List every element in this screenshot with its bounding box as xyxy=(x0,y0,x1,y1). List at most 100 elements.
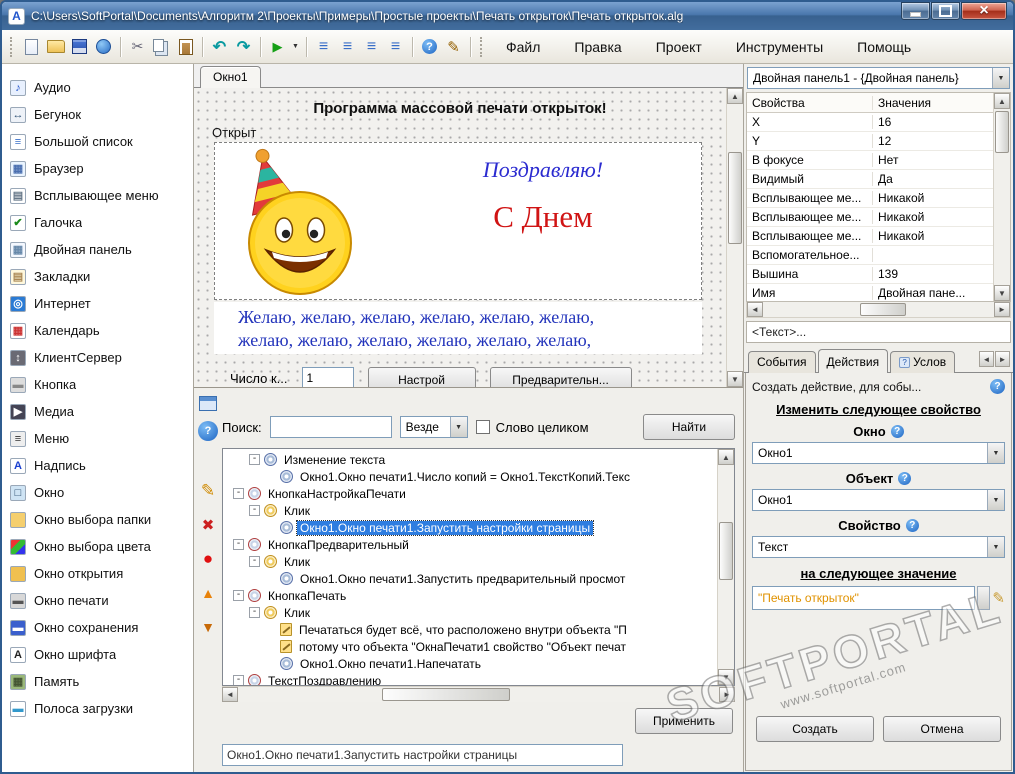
toolbar-grip[interactable] xyxy=(10,36,15,57)
help-icon[interactable] xyxy=(898,472,912,485)
cancel-button[interactable]: Отмена xyxy=(883,716,1001,742)
cut-icon[interactable] xyxy=(126,35,149,58)
tree-item[interactable]: - Клик xyxy=(223,553,717,570)
object-selector-combo[interactable]: Двойная панель1 - {Двойная панель} xyxy=(747,67,1010,89)
scroll-thumb[interactable] xyxy=(995,111,1009,153)
copy-icon[interactable] xyxy=(150,35,173,58)
help-icon[interactable] xyxy=(418,35,441,58)
minimize-button[interactable] xyxy=(901,2,930,20)
tree-item[interactable]: Окно1.Окно печати1.Запустить предварител… xyxy=(223,570,717,587)
palette-item[interactable]: □ Окно xyxy=(2,479,193,506)
tab-okno1[interactable]: Окно1 xyxy=(200,66,261,88)
tree-item[interactable]: - Клик xyxy=(223,502,717,519)
maximize-button[interactable] xyxy=(931,2,960,20)
tree-expander[interactable]: - xyxy=(249,454,260,465)
help-icon[interactable] xyxy=(905,519,919,532)
palette-item[interactable]: ▦ Двойная панель xyxy=(2,236,193,263)
list-blue-1-icon[interactable] xyxy=(312,35,335,58)
postcard-panel[interactable]: Поздравляю! С Днем xyxy=(214,142,702,300)
new-value-input[interactable] xyxy=(752,586,976,610)
tree-expander[interactable]: - xyxy=(233,539,244,550)
palette-item[interactable]: ≡ Большой список xyxy=(2,128,193,155)
chevron-down-icon[interactable] xyxy=(449,417,467,437)
palette-item[interactable]: ▦ Календарь xyxy=(2,317,193,344)
palette-item[interactable]: ▦ Браузер xyxy=(2,155,193,182)
chevron-down-icon[interactable] xyxy=(987,537,1004,557)
scroll-thumb[interactable] xyxy=(719,522,733,581)
property-text-editor[interactable]: <Текст>... xyxy=(746,321,1011,343)
grid-vertical-scrollbar[interactable]: ▲ ▼ xyxy=(993,93,1010,301)
apply-button[interactable]: Применить xyxy=(635,708,733,734)
palette-item[interactable]: Окно выбора папки xyxy=(2,506,193,533)
panel-icon[interactable] xyxy=(199,396,217,411)
menubar-grip[interactable] xyxy=(480,36,485,57)
property-row[interactable]: В фокусе Нет xyxy=(747,151,993,170)
greeting-text-1[interactable]: Поздравляю! xyxy=(483,157,603,183)
tree-vertical-scrollbar[interactable]: ▲ ▼ xyxy=(717,449,734,685)
scroll-left-arrow[interactable]: ◄ xyxy=(222,687,238,702)
palette-item[interactable]: ↕ КлиентСервер xyxy=(2,344,193,371)
palette-item[interactable]: ▤ Всплывающее меню xyxy=(2,182,193,209)
tab-actions[interactable]: Действия xyxy=(817,349,889,373)
palette-item[interactable]: ◎ Интернет xyxy=(2,290,193,317)
tree-item[interactable]: - КнопкаПредварительный xyxy=(223,536,717,553)
property-row[interactable]: X 16 xyxy=(747,113,993,132)
preview-button[interactable]: Предварительн... xyxy=(489,367,632,387)
palette-item[interactable]: Окно открытия xyxy=(2,560,193,587)
scroll-down-arrow[interactable]: ▼ xyxy=(718,669,734,685)
tab-events[interactable]: События xyxy=(748,351,816,373)
help-icon[interactable] xyxy=(990,379,1005,394)
print-settings-button[interactable]: Настрой xyxy=(367,367,476,387)
property-row[interactable]: Вышина 139 xyxy=(747,265,993,284)
new-doc-icon[interactable] xyxy=(20,35,43,58)
copies-label[interactable]: Число к... xyxy=(230,367,288,386)
tree-expander[interactable]: - xyxy=(233,590,244,601)
scroll-down-arrow[interactable]: ▼ xyxy=(727,371,743,387)
web-doc-icon[interactable] xyxy=(92,35,115,58)
palette-item[interactable]: А Окно шрифта xyxy=(2,641,193,668)
delete-icon[interactable] xyxy=(198,515,218,535)
property-combo[interactable]: Текст xyxy=(752,536,1005,558)
move-up-icon[interactable] xyxy=(198,583,218,603)
list-blue-2-icon[interactable] xyxy=(336,35,359,58)
save-icon[interactable] xyxy=(68,35,91,58)
tree-expander[interactable]: - xyxy=(233,488,244,499)
paste-icon[interactable] xyxy=(174,35,197,58)
undo-icon[interactable] xyxy=(208,35,231,58)
scroll-down-arrow[interactable]: ▼ xyxy=(994,285,1010,301)
tree-expander[interactable]: - xyxy=(249,505,260,516)
palette-item[interactable]: ▬ Окно сохранения xyxy=(2,614,193,641)
close-button[interactable] xyxy=(961,2,1007,20)
palette-item[interactable]: ▬ Кнопка xyxy=(2,371,193,398)
scroll-thumb[interactable] xyxy=(382,688,511,701)
tree-item[interactable]: Окно1.Окно печати1.Число копий = Окно1.Т… xyxy=(223,468,717,485)
open-label[interactable]: Открыт xyxy=(212,125,726,140)
property-row[interactable]: Всплывающее ме... Никакой xyxy=(747,227,993,246)
palette-item[interactable]: ≡ Меню xyxy=(2,425,193,452)
search-input[interactable] xyxy=(269,416,392,438)
palette-item[interactable]: ✔ Галочка xyxy=(2,209,193,236)
scroll-up-arrow[interactable]: ▲ xyxy=(727,88,743,104)
create-button[interactable]: Создать xyxy=(756,716,874,742)
menu-item[interactable]: Помощь xyxy=(855,36,913,58)
search-scope-combo[interactable]: Везде xyxy=(399,416,468,438)
menu-item[interactable]: Инструменты xyxy=(734,36,825,58)
tree-item[interactable]: - ТекстПоздравлению xyxy=(223,672,717,685)
object-combo[interactable]: Окно1 xyxy=(752,489,1005,511)
tree-item[interactable]: - КнопкаНастройкаПечати xyxy=(223,485,717,502)
window-combo[interactable]: Окно1 xyxy=(752,442,1005,464)
edit-pencil-icon[interactable] xyxy=(992,589,1005,607)
wishes-text[interactable]: Желаю, желаю, желаю, желаю, желаю, желаю… xyxy=(214,302,702,354)
value-dropdown-button[interactable] xyxy=(977,586,991,610)
palette-item[interactable]: ▬ Полоса загрузки xyxy=(2,695,193,722)
record-icon[interactable] xyxy=(198,549,218,569)
tree-horizontal-scrollbar[interactable]: ◄ ► xyxy=(222,686,735,702)
menu-item[interactable]: Проект xyxy=(654,36,704,58)
property-row[interactable]: Всплывающее ме... Никакой xyxy=(747,208,993,227)
run-icon[interactable] xyxy=(266,35,289,58)
edit-tools-icon[interactable] xyxy=(442,35,465,58)
redo-icon[interactable] xyxy=(232,35,255,58)
property-row[interactable]: Всплывающее ме... Никакой xyxy=(747,189,993,208)
greeting-text-2[interactable]: С Днем xyxy=(493,199,593,235)
scroll-thumb[interactable] xyxy=(860,303,907,316)
